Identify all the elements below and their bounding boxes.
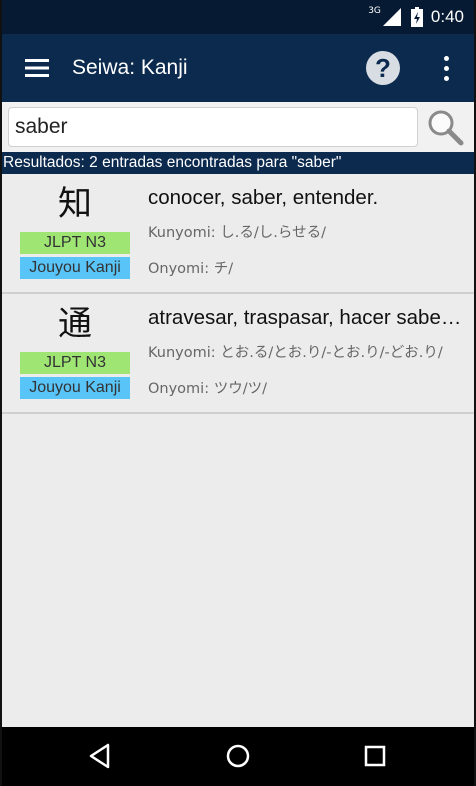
onyomi-reading: Onyomi: チ/ xyxy=(148,261,234,277)
kanji-column: 通 JLPT N3 Jouyou Kanji xyxy=(20,294,130,399)
navigation-bar xyxy=(2,727,474,786)
entry-meaning: conocer, saber, entender. xyxy=(148,186,379,209)
app-title: Seiwa: Kanji xyxy=(72,56,188,79)
kanji-character: 通 xyxy=(58,304,92,344)
kunyomi-reading: Kunyomi: し.る/し.らせる/ xyxy=(148,225,326,241)
back-icon[interactable] xyxy=(86,741,116,771)
battery-icon xyxy=(410,7,423,27)
kanji-column: 知 JLPT N3 Jouyou Kanji xyxy=(20,174,130,279)
onyomi-reading: Onyomi: ツウ/ツ/ xyxy=(148,381,267,397)
help-button[interactable]: ? xyxy=(366,51,400,85)
results-summary: Resultados: 2 entradas encontradas para … xyxy=(2,152,474,174)
jouyou-badge: Jouyou Kanji xyxy=(20,377,130,399)
search-row xyxy=(2,102,474,152)
search-input[interactable] xyxy=(8,107,418,147)
status-bar: 3G 0:40 xyxy=(2,0,474,34)
jlpt-badge: JLPT N3 xyxy=(20,232,130,254)
overflow-menu-button[interactable] xyxy=(436,53,456,83)
menu-button[interactable] xyxy=(2,34,72,102)
overflow-dot xyxy=(443,65,449,71)
jlpt-badge: JLPT N3 xyxy=(20,352,130,374)
network-type: 3G xyxy=(368,6,381,16)
home-icon[interactable] xyxy=(223,741,253,771)
results-list: 知 JLPT N3 Jouyou Kanji conocer, saber, e… xyxy=(2,174,474,727)
jouyou-badge: Jouyou Kanji xyxy=(20,257,130,279)
kanji-character: 知 xyxy=(58,184,92,224)
menu-icon xyxy=(25,59,49,77)
help-icon: ? xyxy=(375,52,391,83)
overflow-dot xyxy=(443,75,449,81)
screen: 3G 0:40 Seiwa: Kanji ? saber Resultados:… xyxy=(0,0,476,786)
overflow-menu-icon xyxy=(443,55,449,61)
app-bar: Seiwa: Kanji ? xyxy=(2,34,474,102)
list-item[interactable]: 通 JLPT N3 Jouyou Kanji atravesar, traspa… xyxy=(2,294,474,414)
entry-meaning: atravesar, traspasar, hacer saber, trans… xyxy=(148,306,466,329)
recents-icon[interactable] xyxy=(360,741,390,771)
signal-icon xyxy=(382,8,401,26)
kunyomi-reading: Kunyomi: とお.る/とお.り/-とお.り/-どお.り/ xyxy=(148,345,443,361)
list-item[interactable]: 知 JLPT N3 Jouyou Kanji conocer, saber, e… xyxy=(2,174,474,294)
search-icon[interactable] xyxy=(426,108,464,146)
clock: 0:40 xyxy=(430,7,464,26)
